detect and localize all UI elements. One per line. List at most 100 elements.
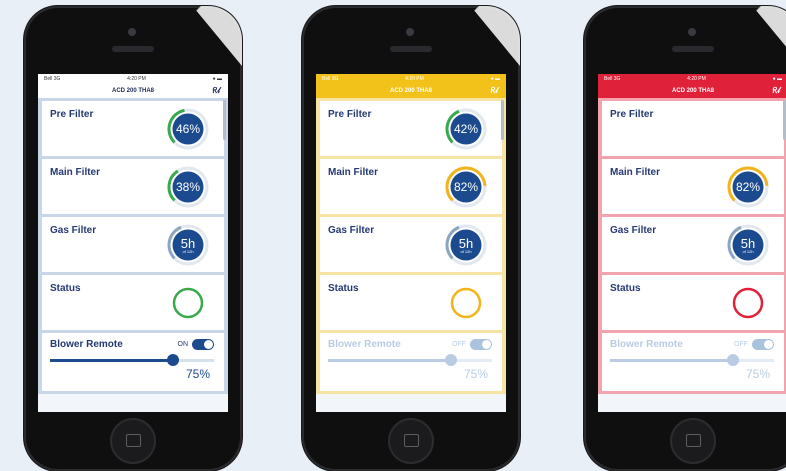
time-text: 4:20 PM [127,76,146,82]
card-label: Status [610,283,641,294]
blower-toggle-group: ON [177,339,214,350]
blower-slider[interactable] [610,354,774,366]
card-label: Blower Remote [50,339,123,350]
screen-glare [752,6,786,66]
carrier-text: Bell 3G [604,76,621,82]
pre-filter-card[interactable]: Pre Filter 42% [320,101,502,156]
time-text: 4:20 PM [405,76,424,82]
pre-filter-card[interactable]: Pre Filter [602,101,784,156]
front-camera [406,28,414,36]
top-band: Bell 3G 4:20 PM ● ▬ ACD 200 THA8 ᖇ𝓁 [316,74,506,98]
brand-logo-icon[interactable]: ᖇ𝓁 [491,86,498,96]
status-card[interactable]: Status [320,275,502,330]
scrollbar[interactable] [501,100,504,140]
brand-logo-icon[interactable]: ᖇ𝓁 [213,86,220,96]
gas-filter-card[interactable]: Gas Filter 5h of 12h [320,217,502,272]
home-button-icon[interactable] [110,418,156,464]
top-band: Bell 3G 4:20 PM ● ▬ ACD 200 THA8 ᖇ𝓁 [598,74,786,98]
card-label: Blower Remote [328,339,401,350]
gauge-value: 5h [458,235,474,251]
toggle-knob [482,340,491,349]
status-bar: Bell 3G 4:20 PM ● ▬ [316,74,506,84]
slider-thumb[interactable] [727,354,739,366]
status-card[interactable]: Status [42,275,224,330]
phone-yellow: Bell 3G 4:20 PM ● ▬ ACD 200 THA8 ᖇ𝓁 Pre … [302,6,520,471]
card-list: Pre Filter Main Filter 82% Gas Filter 5h… [598,98,786,394]
card-list: Pre Filter 42% Main Filter 82% Gas Filte… [316,98,506,394]
gauge-subtext: of 12h [460,248,472,254]
gas-filter-card[interactable]: Gas Filter 5h of 12h [42,217,224,272]
blower-slider[interactable] [50,354,214,366]
blower-toggle-group: OFF [734,339,774,350]
slider-fill [610,359,733,362]
phone-red: Bell 3G 4:20 PM ● ▬ ACD 200 THA8 ᖇ𝓁 Pre … [584,6,786,471]
app-screen: Bell 3G 4:20 PM ● ▬ ACD 200 THA8 ᖇ𝓁 Pre … [38,74,228,412]
title-bar: ACD 200 THA8 ᖇ𝓁 [316,84,506,98]
gauge-value: 82% [453,180,479,194]
blower-remote-card: Blower Remote OFF 75% [320,333,502,391]
front-camera [688,28,696,36]
blower-value: 75% [463,367,488,381]
blower-value: 75% [185,367,210,381]
top-band: Bell 3G 4:20 PM ● ▬ ACD 200 THA8 ᖇ𝓁 [38,74,228,98]
gas-filter-gauge: 5h of 12h [726,223,770,267]
blower-toggle[interactable] [192,339,214,350]
gas-filter-gauge: 5h of 12h [444,223,488,267]
card-label: Status [328,283,359,294]
gauge-value: 38% [175,180,201,194]
pre-filter-card[interactable]: Pre Filter 46% [42,101,224,156]
status-bar: Bell 3G 4:20 PM ● ▬ [38,74,228,84]
card-list: Pre Filter 46% Main Filter 38% Gas Filte… [38,98,228,394]
slider-thumb[interactable] [445,354,457,366]
earpiece-speaker [112,46,154,52]
card-label: Gas Filter [50,225,97,236]
gauge-subtext: of 12h [182,248,194,254]
status-ring-icon [726,281,770,325]
gauge-value: 5h [180,235,196,251]
card-label: Pre Filter [50,109,94,120]
status-bar: Bell 3G 4:20 PM ● ▬ [598,74,786,84]
home-button-icon[interactable] [388,418,434,464]
status-card[interactable]: Status [602,275,784,330]
gas-filter-gauge: 5h of 12h [166,223,210,267]
device-title: ACD 200 THA8 [671,88,714,94]
screen-glare [470,6,520,66]
card-label: Pre Filter [610,109,654,120]
gauge-value: 42% [453,122,479,136]
status-ring-icon [166,281,210,325]
title-bar: ACD 200 THA8 ᖇ𝓁 [38,84,228,98]
phone-blue: Bell 3G 4:20 PM ● ▬ ACD 200 THA8 ᖇ𝓁 Pre … [24,6,242,471]
scrollbar[interactable] [223,100,226,140]
gauge-value: 46% [175,122,201,136]
app-screen: Bell 3G 4:20 PM ● ▬ ACD 200 THA8 ᖇ𝓁 Pre … [316,74,506,412]
battery-icon: ● ▬ [212,76,222,82]
screen-glare [192,6,242,66]
battery-icon: ● ▬ [772,76,782,82]
toggle-state-text: ON [177,341,189,348]
home-button-icon[interactable] [670,418,716,464]
gas-filter-card[interactable]: Gas Filter 5h of 12h [602,217,784,272]
main-filter-gauge: 38% [166,165,210,209]
blower-remote-card: Blower Remote OFF 75% [602,333,784,391]
slider-thumb[interactable] [167,354,179,366]
main-filter-gauge: 82% [726,165,770,209]
card-label: Main Filter [328,167,379,178]
gauge-value: 82% [735,180,761,194]
blower-slider[interactable] [328,354,492,366]
main-filter-card[interactable]: Main Filter 82% [602,159,784,214]
card-label: Main Filter [610,167,661,178]
card-label: Blower Remote [610,339,683,350]
blower-remote-card: Blower Remote ON 75% [42,333,224,391]
main-filter-card[interactable]: Main Filter 82% [320,159,502,214]
battery-icon: ● ▬ [490,76,500,82]
blower-toggle[interactable] [752,339,774,350]
gauge-value: 5h [740,235,756,251]
brand-logo-icon[interactable]: ᖇ𝓁 [773,86,780,96]
card-label: Main Filter [50,167,101,178]
main-filter-gauge: 82% [444,165,488,209]
blower-toggle[interactable] [470,339,492,350]
main-filter-card[interactable]: Main Filter 38% [42,159,224,214]
device-title: ACD 200 THA8 [389,88,432,94]
device-title: ACD 200 THA8 [111,88,154,94]
status-ring-icon [444,281,488,325]
